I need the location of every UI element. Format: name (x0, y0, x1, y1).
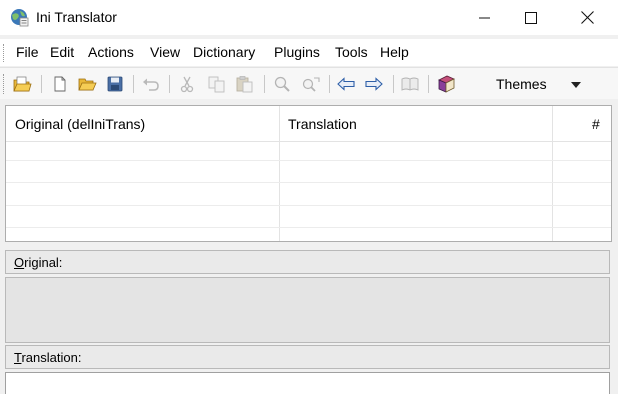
dictionary-icon (401, 77, 419, 91)
row-divider (6, 160, 611, 161)
row-divider (6, 227, 611, 228)
column-header-translation[interactable]: Translation (288, 116, 357, 132)
menu-file[interactable]: File (16, 44, 39, 61)
toolbar-separator (264, 75, 265, 93)
column-header-original[interactable]: Original (delIniTrans) (15, 116, 145, 132)
minimize-button[interactable] (462, 0, 508, 35)
original-label-accelerator: O (14, 255, 25, 270)
column-divider (279, 106, 280, 241)
toolbar-separator (393, 75, 394, 93)
new-file-button[interactable] (49, 73, 71, 95)
menu-grip[interactable] (3, 44, 6, 62)
toolbar-separator (329, 75, 330, 93)
menu-dictionary[interactable]: Dictionary (193, 44, 255, 61)
column-divider (552, 106, 553, 241)
previous-button[interactable] (335, 73, 357, 95)
menu-bar: File Edit Actions View Dictionary Plugin… (0, 39, 618, 66)
toolbar: Themes (0, 67, 618, 99)
window-title: Ini Translator (36, 9, 117, 25)
translation-label-text: ranslation: (21, 350, 82, 365)
replace-icon (302, 77, 320, 92)
translation-text-area[interactable] (5, 372, 610, 394)
cut-icon (180, 76, 194, 93)
next-arrow-icon (365, 77, 383, 91)
original-label-text: riginal: (24, 255, 63, 270)
toolbar-separator (41, 75, 42, 93)
original-text-area[interactable] (5, 277, 610, 343)
toolbar-separator (133, 75, 134, 93)
column-header-number[interactable]: # (592, 116, 600, 132)
next-button[interactable] (363, 73, 385, 95)
open-folder-icon (78, 78, 97, 91)
copy-button[interactable] (206, 73, 228, 95)
menu-help[interactable]: Help (380, 44, 409, 61)
open-project-button[interactable] (11, 73, 33, 95)
close-button[interactable] (564, 0, 610, 35)
find-icon (274, 76, 290, 92)
row-divider (6, 205, 611, 206)
save-icon (107, 76, 123, 92)
translation-label: Translation: (14, 350, 81, 365)
previous-arrow-icon (337, 77, 355, 91)
grid-header: Original (delIniTrans) Translation # (6, 106, 611, 142)
toolbar-grip[interactable] (3, 74, 6, 94)
find-button[interactable] (271, 73, 293, 95)
maximize-button[interactable] (508, 0, 554, 35)
paste-button[interactable] (234, 73, 256, 95)
paste-icon (236, 76, 253, 93)
title-bar: Ini Translator (0, 0, 618, 35)
new-file-icon (54, 76, 66, 92)
chevron-down-icon[interactable] (571, 82, 581, 88)
dictionary-button[interactable] (399, 73, 421, 95)
translation-grid[interactable]: Original (delIniTrans) Translation # (5, 105, 612, 242)
menu-view[interactable]: View (150, 44, 180, 61)
translation-label-bar: Translation: (5, 345, 610, 369)
globe-app-icon (11, 9, 29, 27)
original-label-bar: Original: (5, 250, 610, 274)
row-divider (6, 182, 611, 183)
cut-button[interactable] (176, 73, 198, 95)
toolbar-separator (428, 75, 429, 93)
book-icon (438, 75, 455, 93)
save-button[interactable] (104, 73, 126, 95)
minimize-icon (479, 17, 490, 18)
copy-icon (208, 76, 225, 93)
menu-tools[interactable]: Tools (335, 44, 368, 61)
undo-button[interactable] (140, 73, 162, 95)
themes-dropdown[interactable]: Themes (496, 76, 547, 92)
replace-button[interactable] (300, 73, 322, 95)
menu-actions[interactable]: Actions (88, 44, 134, 61)
menu-edit[interactable]: Edit (50, 44, 74, 61)
undo-icon (143, 78, 159, 91)
open-project-icon (13, 76, 32, 92)
book-button[interactable] (435, 73, 457, 95)
original-label: Original: (14, 255, 62, 270)
maximize-icon (525, 11, 537, 24)
menu-plugins[interactable]: Plugins (274, 44, 320, 61)
open-file-button[interactable] (76, 73, 98, 95)
close-icon (580, 11, 594, 24)
toolbar-separator (169, 75, 170, 93)
